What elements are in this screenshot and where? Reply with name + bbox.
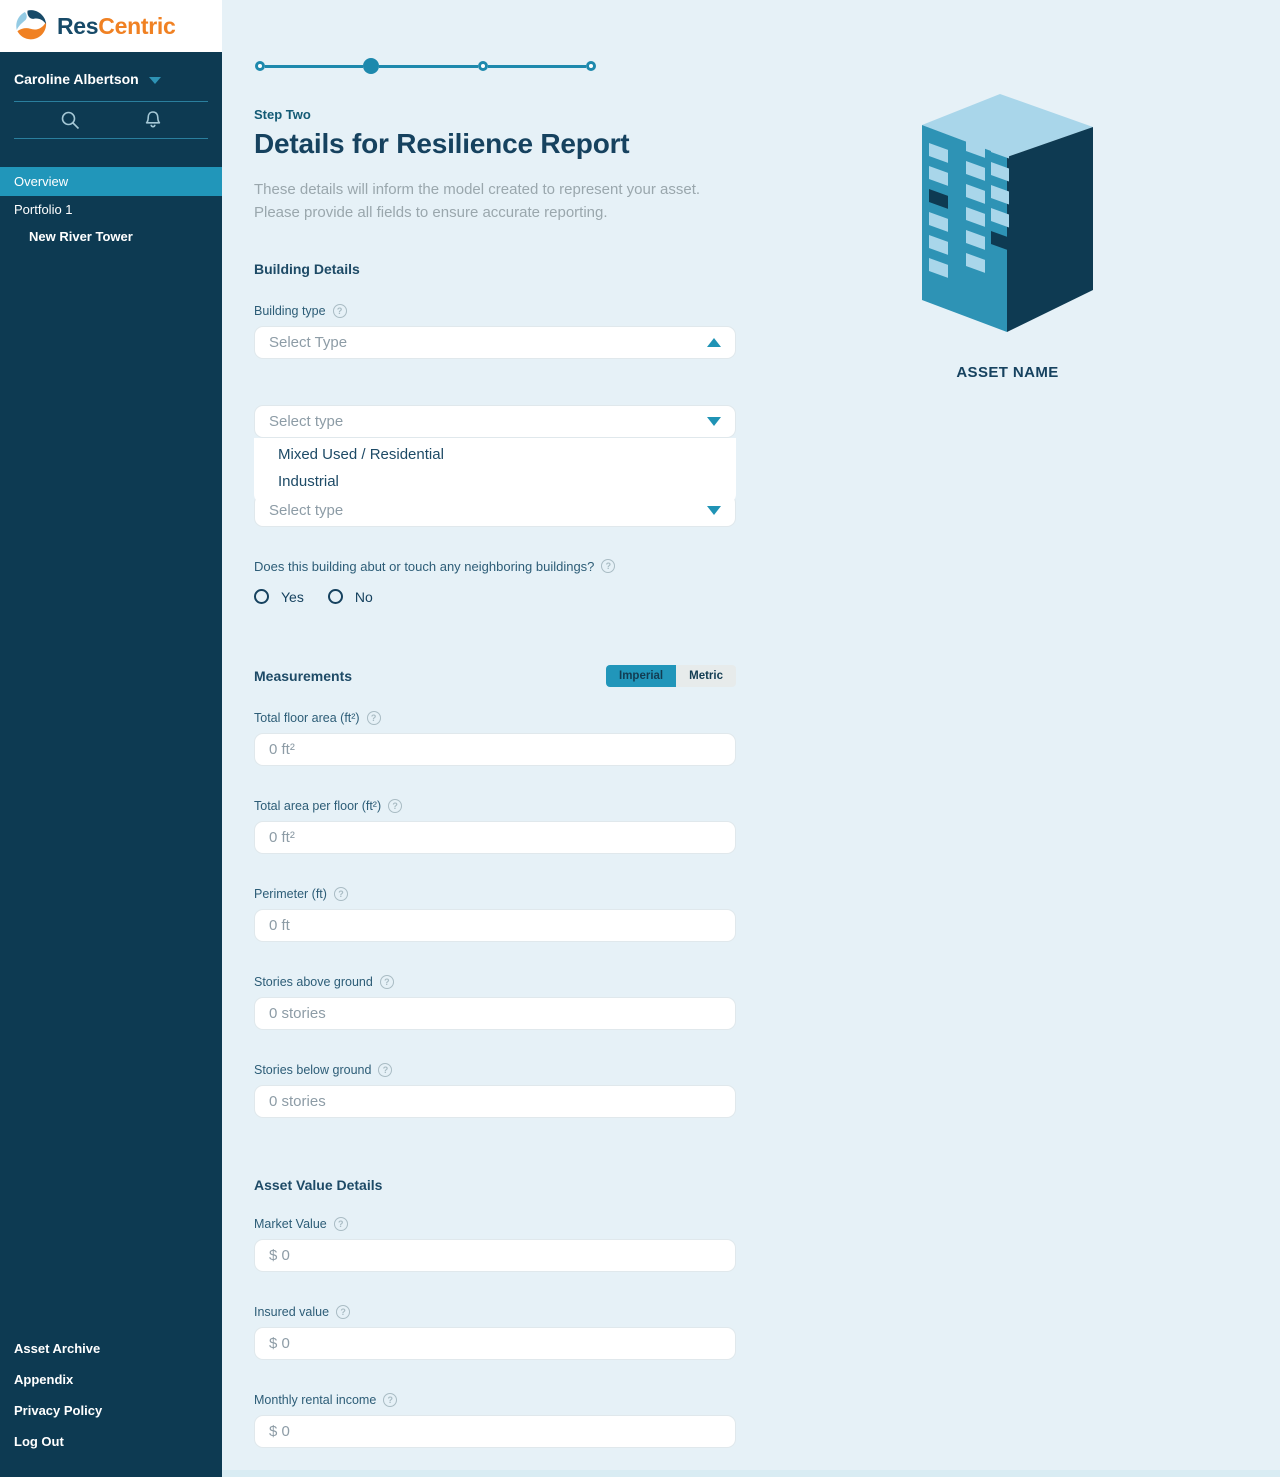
market-value-field: Market Value ? xyxy=(254,1217,736,1272)
stories-below-label: Stories below ground ? xyxy=(254,1063,736,1077)
area-per-floor-field: Total area per floor (ft²) ? xyxy=(254,799,736,854)
brand-swirl-icon xyxy=(13,8,49,44)
abut-question-field: Does this building abut or touch any nei… xyxy=(254,559,736,605)
footer-strip xyxy=(222,1470,1280,1477)
monthly-rental-income-label: Monthly rental income ? xyxy=(254,1393,736,1407)
building-material-placeholder: Select type xyxy=(269,502,343,519)
asset-name-caption: ASSET NAME xyxy=(956,364,1058,381)
arrow-down-icon xyxy=(707,506,721,515)
step-4-dot xyxy=(586,61,596,71)
unit-toggle: Imperial Metric xyxy=(606,665,736,687)
option-mixed-used-residential[interactable]: Mixed Used / Residential xyxy=(254,441,736,468)
covered-select[interactable]: Select type xyxy=(254,405,736,438)
arrow-up-icon xyxy=(707,338,721,347)
brand-name-secondary: Centric xyxy=(98,13,175,39)
building-type-select[interactable]: Select Type xyxy=(254,326,736,359)
stories-above-field: Stories above ground ? xyxy=(254,975,736,1030)
insured-value-input[interactable] xyxy=(254,1327,736,1360)
help-icon[interactable]: ? xyxy=(336,1305,350,1319)
monthly-rental-income-field: Monthly rental income ? xyxy=(254,1393,736,1448)
section-measurements: Measurements xyxy=(254,668,352,684)
help-icon[interactable]: ? xyxy=(601,559,615,573)
sidebar-item-new-river-tower[interactable]: New River Tower xyxy=(0,223,222,250)
page-description: These details will inform the model crea… xyxy=(254,178,714,225)
help-icon[interactable]: ? xyxy=(334,1217,348,1231)
stories-above-label: Stories above ground ? xyxy=(254,975,736,989)
insured-value-field: Insured value ? xyxy=(254,1305,736,1360)
help-icon[interactable]: ? xyxy=(333,304,347,318)
market-value-input[interactable] xyxy=(254,1239,736,1272)
divider xyxy=(14,138,208,139)
measurements-header: Measurements Imperial Metric xyxy=(254,665,736,687)
step-3-dot xyxy=(478,61,488,71)
step-2-dot-current xyxy=(363,58,379,74)
sidebar-item-log-out[interactable]: Log Out xyxy=(14,1426,208,1457)
help-icon[interactable]: ? xyxy=(383,1393,397,1407)
total-floor-area-label: Total floor area (ft²) ? xyxy=(254,711,736,725)
search-icon[interactable] xyxy=(58,108,82,132)
help-icon[interactable]: ? xyxy=(388,799,402,813)
bell-icon[interactable] xyxy=(141,108,165,132)
stories-above-input[interactable] xyxy=(254,997,736,1030)
section-asset-value: Asset Value Details xyxy=(254,1177,736,1193)
abut-radio-group: Yes No xyxy=(254,589,736,605)
sidebar-item-asset-archive[interactable]: Asset Archive xyxy=(14,1333,208,1364)
step-eyebrow: Step Two xyxy=(254,107,736,122)
help-icon[interactable]: ? xyxy=(334,887,348,901)
step-1-dot xyxy=(255,61,265,71)
toggle-imperial[interactable]: Imperial xyxy=(606,665,676,687)
market-value-label: Market Value ? xyxy=(254,1217,736,1231)
perimeter-label: Perimeter (ft) ? xyxy=(254,887,736,901)
sidebar-item-privacy-policy[interactable]: Privacy Policy xyxy=(14,1395,208,1426)
page-title: Details for Resilience Report xyxy=(254,128,736,160)
sidebar-item-appendix[interactable]: Appendix xyxy=(14,1364,208,1395)
sidebar: ResCentric Caroline Albertson Overview P… xyxy=(0,0,222,1477)
monthly-rental-income-input[interactable] xyxy=(254,1415,736,1448)
building-type-dropdown: Mixed Used / Residential Industrial xyxy=(254,438,736,504)
progress-stepper xyxy=(255,58,596,74)
brand-logo[interactable]: ResCentric xyxy=(0,0,222,52)
sidebar-item-overview[interactable]: Overview xyxy=(0,167,222,196)
caret-down-icon xyxy=(149,77,161,84)
total-floor-area-field: Total floor area (ft²) ? xyxy=(254,711,736,766)
user-name: Caroline Albertson xyxy=(14,71,139,87)
total-floor-area-input[interactable] xyxy=(254,733,736,766)
radio-no[interactable] xyxy=(328,589,343,604)
abut-question-label: Does this building abut or touch any nei… xyxy=(254,559,736,574)
main-content: Step Two Details for Resilience Report T… xyxy=(222,0,1280,1477)
user-menu[interactable]: Caroline Albertson xyxy=(0,52,222,101)
radio-yes-label: Yes xyxy=(281,589,304,605)
brand-name-primary: Res xyxy=(57,13,98,39)
perimeter-field: Perimeter (ft) ? xyxy=(254,887,736,942)
building-type-placeholder: Select Type xyxy=(269,334,347,351)
help-icon[interactable]: ? xyxy=(380,975,394,989)
area-per-floor-input[interactable] xyxy=(254,821,736,854)
covered-select-placeholder: Select type xyxy=(269,413,343,430)
help-icon[interactable]: ? xyxy=(378,1063,392,1077)
help-icon[interactable]: ? xyxy=(367,711,381,725)
area-per-floor-label: Total area per floor (ft²) ? xyxy=(254,799,736,813)
sidebar-item-portfolio-1[interactable]: Portfolio 1 xyxy=(0,196,222,223)
building-type-label: Building type ? xyxy=(254,304,736,318)
option-industrial[interactable]: Industrial xyxy=(254,468,736,495)
insured-value-label: Insured value ? xyxy=(254,1305,736,1319)
radio-yes[interactable] xyxy=(254,589,269,604)
stories-below-input[interactable] xyxy=(254,1085,736,1118)
asset-illustration: ASSET NAME xyxy=(922,94,1093,381)
building-type-field: Building type ? Select Type Mixed Used /… xyxy=(254,304,736,438)
arrow-down-icon xyxy=(707,417,721,426)
toggle-metric[interactable]: Metric xyxy=(676,665,736,687)
radio-no-label: No xyxy=(355,589,373,605)
stories-below-field: Stories below ground ? xyxy=(254,1063,736,1118)
sidebar-footer-nav: Asset Archive Appendix Privacy Policy Lo… xyxy=(0,1333,222,1477)
building-illustration-icon xyxy=(922,94,1093,332)
section-building-details: Building Details xyxy=(254,261,736,277)
brand-name: ResCentric xyxy=(57,13,175,40)
sidebar-nav: Overview Portfolio 1 New River Tower xyxy=(0,167,222,250)
perimeter-input[interactable] xyxy=(254,909,736,942)
